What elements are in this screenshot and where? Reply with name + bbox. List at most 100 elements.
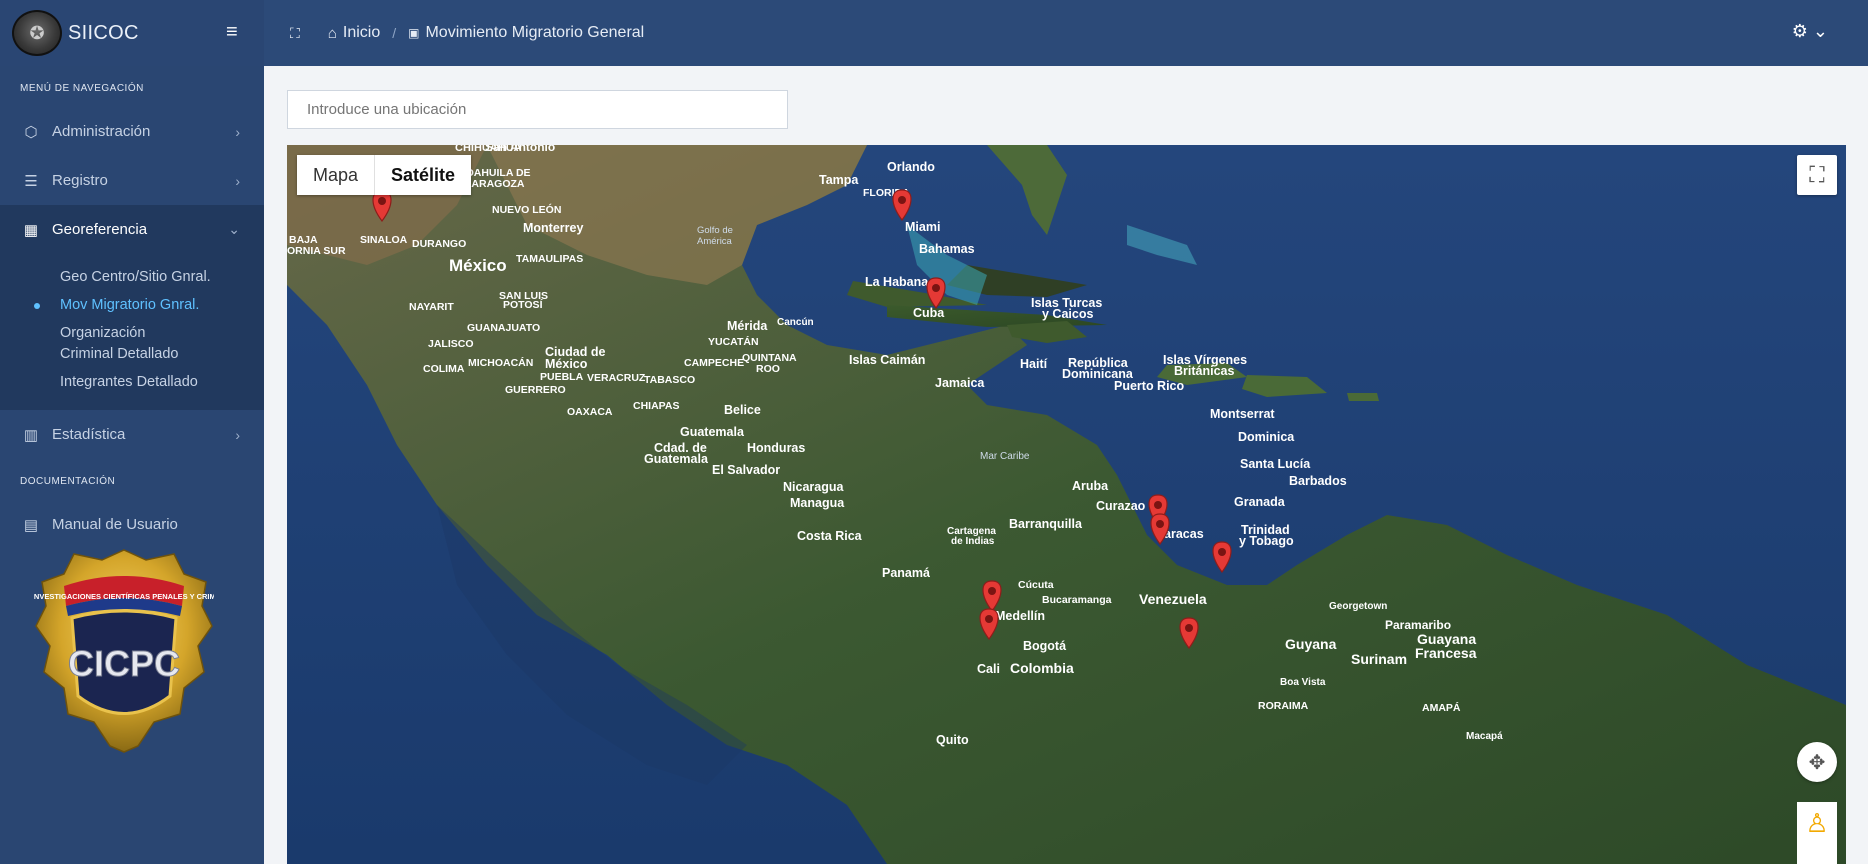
- map-label: Nicaragua: [783, 480, 844, 494]
- map-label: Golfo de: [697, 225, 733, 236]
- sidebar-item-administracion[interactable]: ⬡ Administración ›: [0, 107, 264, 156]
- map-label: Guatemala: [644, 452, 709, 466]
- list-icon: ☰: [24, 172, 38, 190]
- map-label: Jamaica: [935, 376, 985, 390]
- map-label: Mar Caribe: [980, 451, 1030, 462]
- map-label: Barranquilla: [1009, 517, 1083, 531]
- map-label: Granada: [1234, 495, 1286, 509]
- location-search-input[interactable]: [287, 90, 788, 129]
- map-label: ZARAGOZA: [465, 178, 525, 190]
- badge-letters: CICPC: [68, 643, 180, 684]
- map-label: Macapá: [1466, 731, 1503, 742]
- map-label: Panamá: [882, 566, 930, 580]
- sidebar-item-estadistica[interactable]: ▥ Estadística ›: [0, 410, 264, 459]
- georeferencia-submenu: Geo Centro/Sitio Gnral. Mov Migratorio G…: [0, 254, 264, 410]
- breadcrumb-home[interactable]: ⌂ Inicio: [328, 24, 380, 42]
- map-label: Islas Caimán: [849, 353, 925, 367]
- map-camera-control-icon[interactable]: ✥: [1797, 742, 1837, 782]
- fullscreen-icon[interactable]: ⛶: [290, 25, 300, 42]
- map-label: La Habana: [865, 275, 929, 289]
- settings-gear-icon[interactable]: ⚙ ⌄: [1792, 21, 1828, 42]
- map-label: Santa Lucía: [1240, 457, 1311, 471]
- map-label: Surinam: [1351, 651, 1407, 667]
- map-label: Bahamas: [919, 242, 975, 256]
- map-label: GUANAJUATO: [467, 322, 540, 334]
- chevron-right-icon: ›: [235, 123, 240, 140]
- map-label: COLIMA: [423, 363, 465, 375]
- breadcrumb-current-label: Movimiento Migratorio General: [425, 24, 645, 41]
- cicpc-badge-logo: CUERPO DE INVESTIGACIONES CIENTÍFICAS PE…: [34, 549, 214, 753]
- submenu-organizacion-criminal[interactable]: Organización Criminal Detallado: [0, 323, 200, 365]
- sidebar-item-label: Georeferencia: [52, 221, 148, 238]
- map-label: CHIAPAS: [633, 400, 679, 412]
- map-label: México: [545, 357, 588, 371]
- menu-toggle-icon[interactable]: ≡: [226, 22, 246, 42]
- document-icon: ▣: [408, 26, 420, 40]
- bar-chart-icon: ▥: [23, 426, 39, 444]
- sidebar-item-label: Registro: [52, 172, 108, 189]
- cube-icon: ⬡: [24, 123, 38, 141]
- map-label: ROO: [756, 363, 780, 375]
- map-label: Barbados: [1289, 474, 1347, 488]
- map-label: Honduras: [747, 441, 805, 455]
- submenu-integrantes[interactable]: Integrantes Detallado: [0, 372, 264, 393]
- map-label: Bogotá: [1023, 639, 1066, 653]
- sidebar-item-georeferencia[interactable]: ▦ Georeferencia ⌄: [0, 205, 264, 254]
- top-navbar: ✪ SIICOC ≡ ⛶ ⌂ Inicio / ▣ Movimiento Mig…: [0, 0, 1868, 66]
- breadcrumb-home-label: Inicio: [342, 24, 381, 41]
- map-label: Monterrey: [523, 221, 583, 235]
- map-label: TABASCO: [644, 374, 695, 386]
- map-label: Cúcuta: [1018, 579, 1054, 591]
- map-label: Costa Rica: [797, 529, 863, 543]
- map-label: JALISCO: [428, 338, 474, 350]
- map-label: Británicas: [1174, 364, 1234, 378]
- map-satellite-view[interactable]: CHIHUAHUA San Antonio COAHUILA DE ZARAGO…: [287, 145, 1846, 864]
- map-label: Haití: [1020, 357, 1048, 371]
- map-label: Mérida: [727, 319, 768, 333]
- map-label: TAMAULIPAS: [516, 253, 583, 265]
- map-label: Cali: [977, 662, 1000, 676]
- map-canvas[interactable]: CHIHUAHUA San Antonio COAHUILA DE ZARAGO…: [287, 145, 1846, 864]
- map-label: CAMPECHE: [684, 357, 744, 369]
- submenu-mov-migratorio[interactable]: Mov Migratorio Gnral.: [0, 295, 264, 316]
- map-type-control: Mapa Satélite: [297, 155, 472, 195]
- map-label: RORAIMA: [1258, 700, 1309, 712]
- map-fullscreen-icon[interactable]: ⛶: [1797, 155, 1837, 195]
- nav-section-header: MENÚ DE NAVEGACIÓN: [20, 83, 144, 94]
- map-label: YUCATÁN: [708, 335, 759, 348]
- sidebar-item-registro[interactable]: ☰ Registro ›: [0, 156, 264, 205]
- map-label: Guatemala: [680, 425, 745, 439]
- app-name[interactable]: SIICOC: [68, 22, 139, 45]
- map-type-map-button[interactable]: Mapa: [297, 155, 374, 195]
- submenu-geo-centro[interactable]: Geo Centro/Sitio Gnral.: [0, 267, 264, 288]
- file-icon: ▤: [23, 516, 39, 534]
- map-label: Miami: [905, 220, 940, 234]
- map-label: Orlando: [887, 160, 935, 174]
- map-label: GUERRERO: [505, 384, 566, 396]
- map-label: San Antonio: [485, 145, 555, 154]
- map-label: NAYARIT: [409, 301, 454, 313]
- brand: ✪ SIICOC ≡: [0, 0, 264, 66]
- map-label: Cuba: [913, 306, 945, 320]
- map-label: Boa Vista: [1280, 677, 1326, 688]
- map-label: POTOSÍ: [503, 298, 544, 311]
- map-label: Paramaribo: [1385, 618, 1451, 632]
- map-label: Belice: [724, 403, 761, 417]
- map-icon: ▦: [23, 221, 39, 239]
- badge-text: CUERPO DE INVESTIGACIONES CIENTÍFICAS PE…: [34, 592, 214, 601]
- map-label: de Indias: [951, 536, 995, 547]
- app-logo[interactable]: ✪: [12, 10, 62, 56]
- sidebar-item-manual[interactable]: ▤ Manual de Usuario: [0, 500, 264, 549]
- breadcrumb-current: ▣ Movimiento Migratorio General: [408, 24, 644, 42]
- street-view-pegman-icon[interactable]: ♙: [1797, 802, 1837, 864]
- chevron-down-icon: ⌄: [228, 221, 240, 237]
- map-label: VERACRUZ: [587, 372, 646, 384]
- map-label: Bucaramanga: [1042, 594, 1112, 606]
- map-label: Tampa: [819, 173, 859, 187]
- map-label: OAXACA: [567, 406, 613, 418]
- map-type-satellite-button[interactable]: Satélite: [374, 155, 471, 195]
- chevron-right-icon: ›: [235, 172, 240, 189]
- map-label: Aruba: [1072, 479, 1109, 493]
- map-label: NUEVO LEÓN: [492, 203, 561, 216]
- home-icon: ⌂: [327, 24, 337, 42]
